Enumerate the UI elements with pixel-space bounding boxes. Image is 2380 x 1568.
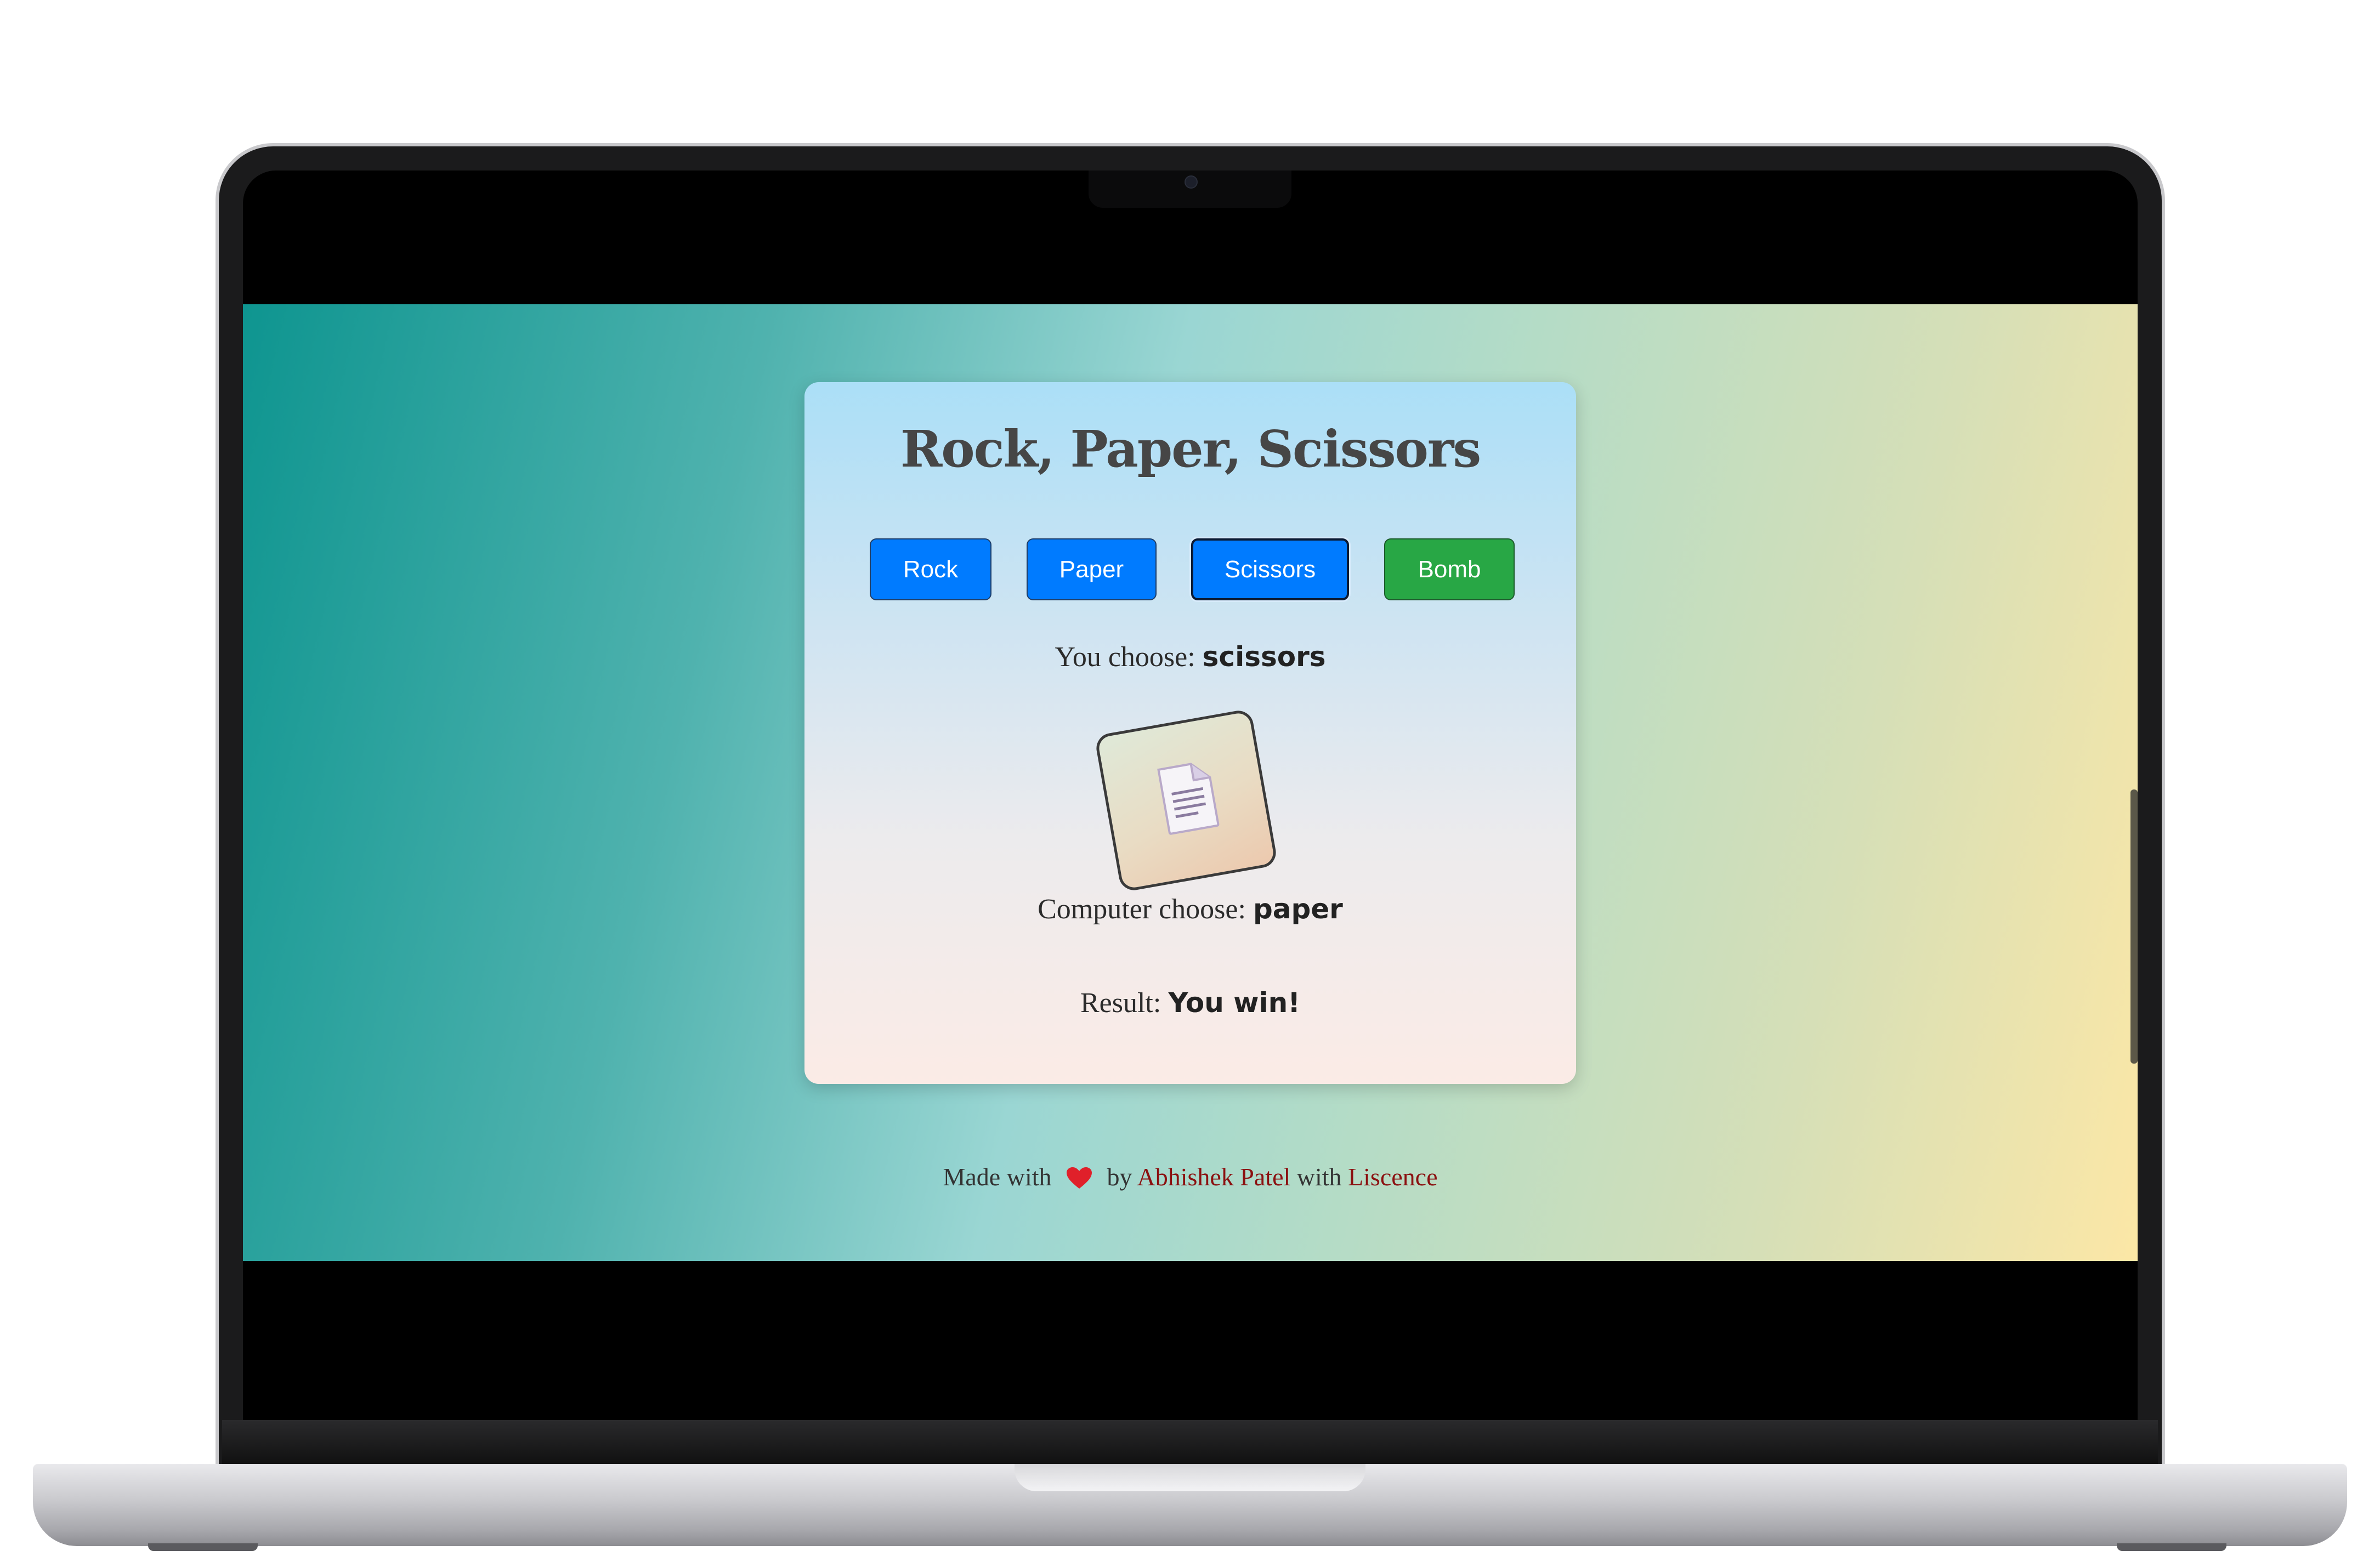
result-label: Result: <box>1080 987 1169 1019</box>
user-choice-line: You choose: scissors <box>804 641 1576 673</box>
computer-choice-label: Computer choose: <box>1038 894 1253 925</box>
scrollbar[interactable] <box>2130 789 2138 1064</box>
game-card: Rock, Paper, Scissors Rock Paper Scissor… <box>804 382 1576 1084</box>
footer-by: by <box>1107 1163 1132 1191</box>
laptop-foot-left <box>148 1543 258 1551</box>
computer-choice-value: paper <box>1253 893 1343 925</box>
browser-viewport: Rock, Paper, Scissors Rock Paper Scissor… <box>243 304 2138 1261</box>
computer-choice-image <box>1094 708 1278 893</box>
page-title: Rock, Paper, Scissors <box>900 419 1481 479</box>
laptop-opening-lip <box>1015 1464 1365 1491</box>
scissors-button[interactable]: Scissors <box>1191 538 1349 600</box>
licence-link[interactable]: Liscence <box>1348 1163 1437 1191</box>
user-choice-value: scissors <box>1202 641 1326 673</box>
footer-with: with <box>1296 1163 1342 1191</box>
page-footer: Made with by Abhishek Patel with Liscenc… <box>243 1162 2138 1191</box>
paper-button[interactable]: Paper <box>1027 538 1157 600</box>
laptop-foot-right <box>2117 1543 2226 1551</box>
footer-made-with: Made with <box>943 1163 1052 1191</box>
user-choice-label: You choose: <box>1055 641 1203 673</box>
author-link[interactable]: Abhishek Patel <box>1137 1163 1290 1191</box>
rock-button[interactable]: Rock <box>870 538 991 600</box>
document-icon <box>1157 763 1220 835</box>
heart-icon <box>1067 1167 1092 1189</box>
result-value: You win! <box>1168 987 1301 1019</box>
camera-icon <box>1185 175 1198 189</box>
computer-choice-line: Computer choose: paper <box>804 893 1576 925</box>
bomb-button[interactable]: Bomb <box>1384 538 1515 600</box>
laptop-hinge <box>222 1420 2158 1464</box>
result-line: Result: You win! <box>804 987 1576 1019</box>
